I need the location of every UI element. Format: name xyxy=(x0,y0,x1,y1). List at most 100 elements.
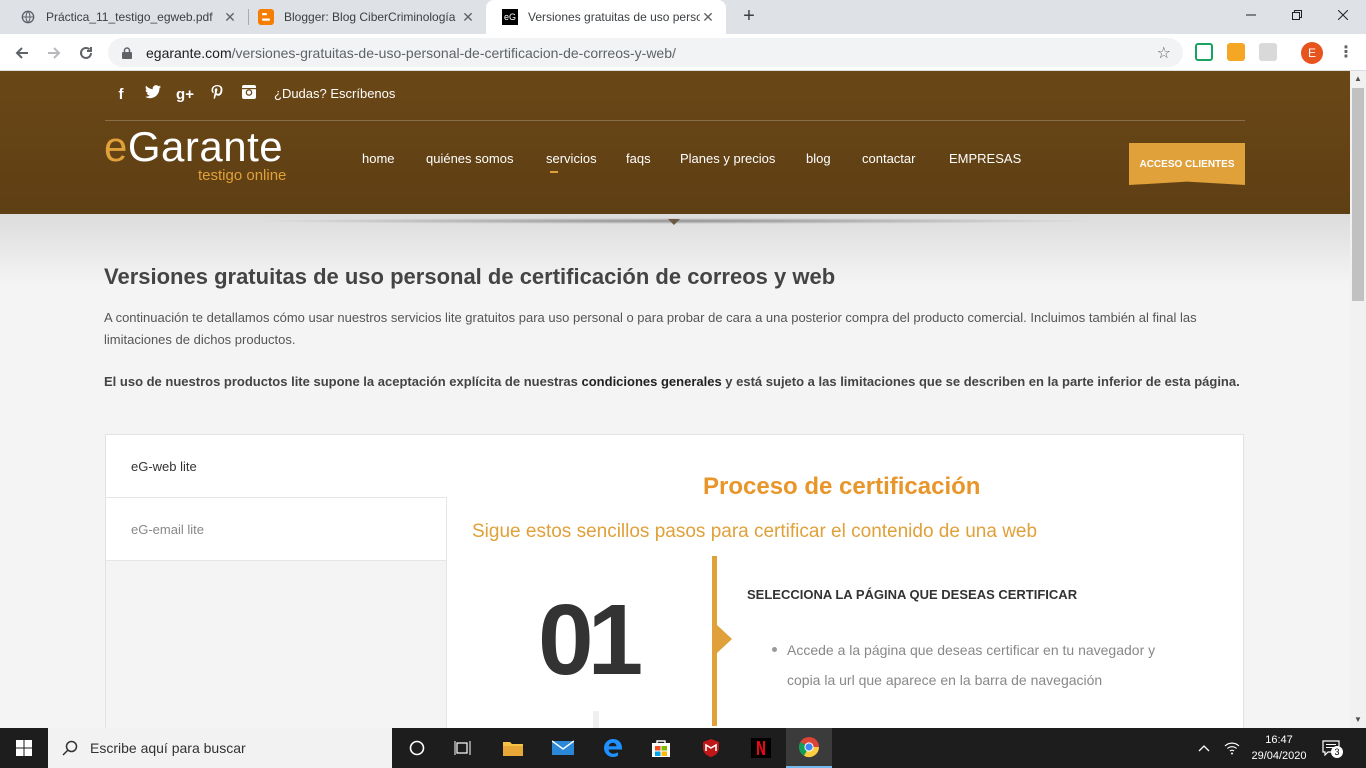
start-button[interactable] xyxy=(0,728,48,768)
google-plus-icon[interactable]: g+ xyxy=(176,86,194,103)
window-close-button[interactable] xyxy=(1320,0,1366,30)
tray-chevron-icon[interactable] xyxy=(1198,728,1210,768)
browser-toolbar: egarante.com/versiones-gratuitas-de-uso-… xyxy=(0,34,1366,71)
reload-button[interactable] xyxy=(72,39,100,67)
menu-item-servicios[interactable]: servicios xyxy=(546,151,597,173)
forward-button[interactable] xyxy=(40,39,68,67)
system-clock[interactable]: 16:47 29/04/2020 xyxy=(1247,732,1311,764)
close-icon[interactable]: ✕ xyxy=(222,9,238,26)
profile-avatar[interactable]: E xyxy=(1301,42,1323,64)
bookmark-star-icon[interactable]: ☆ xyxy=(1157,43,1171,63)
menu-item-empresas[interactable]: EMPRESAS xyxy=(949,151,1021,166)
menu-item-home[interactable]: home xyxy=(362,151,395,166)
scroll-up-icon[interactable]: ▲ xyxy=(1350,71,1366,87)
step-list-item: Accede a la página que deseas certificar… xyxy=(787,642,1156,688)
terms-link[interactable]: condiciones generales xyxy=(582,374,722,389)
lock-icon xyxy=(122,46,132,59)
notifications-button[interactable]: 3 xyxy=(1322,728,1343,768)
arrow-left-icon xyxy=(15,47,28,59)
tab-egarante[interactable]: eG Versiones gratuitas de uso perso ✕ xyxy=(486,0,726,34)
twitter-icon[interactable] xyxy=(144,85,162,103)
shadow-notch xyxy=(668,219,680,225)
page-viewport: f g+ ¿Dudas? Escríbenos eGarante testigo… xyxy=(0,71,1350,728)
new-tab-button[interactable]: + xyxy=(738,6,760,28)
menu-dots-icon[interactable]: ⋮ xyxy=(1338,42,1354,62)
url-domain: egarante.com xyxy=(146,44,232,61)
logo-tagline: testigo online xyxy=(198,167,287,184)
address-bar[interactable]: egarante.com/versiones-gratuitas-de-uso-… xyxy=(108,38,1183,67)
menu-item-contactar[interactable]: contactar xyxy=(862,151,915,166)
logo-letter-e: e xyxy=(104,123,128,170)
contact-us-link[interactable]: ¿Dudas? Escríbenos xyxy=(274,86,395,101)
menu-item-faqs[interactable]: faqs xyxy=(626,151,651,166)
social-links: f g+ xyxy=(112,85,258,103)
reload-icon xyxy=(80,46,92,59)
close-icon xyxy=(1338,10,1348,20)
facebook-icon[interactable]: f xyxy=(112,86,130,103)
menu-item-quienes-somos[interactable]: quiénes somos xyxy=(426,151,513,166)
bullet-icon xyxy=(772,647,777,652)
store-bag-icon xyxy=(652,740,670,757)
tab-blogger[interactable]: Blogger: Blog CiberCriminología ✕ xyxy=(242,0,486,34)
tab-title: Práctica_11_testigo_egweb.pdf xyxy=(46,10,213,24)
egarante-logo[interactable]: eGarante testigo online xyxy=(104,123,286,184)
pdf-extension-icon[interactable] xyxy=(1259,43,1277,61)
chrome-button[interactable] xyxy=(786,728,832,768)
logo-wordmark: eGarante xyxy=(104,123,283,171)
shopping-extension-icon[interactable] xyxy=(1227,43,1245,61)
terms-note: El uso de nuestros productos lite supone… xyxy=(104,371,1244,393)
globe-icon xyxy=(20,9,36,25)
step-list: Accede a la página que deseas certificar… xyxy=(747,635,1187,695)
menu-item-planes-precios[interactable]: Planes y precios xyxy=(680,151,775,166)
step-heading: SELECCIONA LA PÁGINA QUE DESEAS CERTIFIC… xyxy=(747,587,1078,602)
close-icon[interactable]: ✕ xyxy=(700,9,716,26)
scrollbar-thumb[interactable] xyxy=(1352,88,1364,301)
page-scrollbar[interactable]: ▲ ▼ xyxy=(1350,71,1366,728)
clock-time: 16:47 xyxy=(1265,734,1293,746)
edge-button[interactable] xyxy=(590,728,636,768)
minimize-icon xyxy=(1246,14,1256,16)
tab-pdf[interactable]: Práctica_11_testigo_egweb.pdf ✕ xyxy=(4,0,248,34)
search-placeholder: Escribe aquí para buscar xyxy=(90,740,246,756)
menu-item-blog[interactable]: blog xyxy=(806,151,831,166)
minimize-button[interactable] xyxy=(1228,0,1274,30)
taskbar-search[interactable]: Escribe aquí para buscar xyxy=(48,728,392,768)
step-connector xyxy=(593,711,599,728)
instagram-icon[interactable] xyxy=(240,85,258,103)
netflix-icon xyxy=(751,738,771,758)
file-explorer-button[interactable] xyxy=(490,728,536,768)
maximize-button[interactable] xyxy=(1274,0,1320,30)
screen: Práctica_11_testigo_egweb.pdf ✕ Blogger:… xyxy=(0,0,1366,768)
tab-list-background xyxy=(106,561,447,728)
terms-note-before: El uso de nuestros productos lite supone… xyxy=(104,374,582,389)
task-view-button[interactable] xyxy=(440,728,486,768)
mcafee-button[interactable] xyxy=(688,728,734,768)
tab-eg-web-lite[interactable]: eG-web lite xyxy=(106,435,447,498)
cortana-icon xyxy=(409,740,425,756)
site-header: f g+ ¿Dudas? Escríbenos eGarante testigo… xyxy=(0,71,1350,214)
cortana-button[interactable] xyxy=(394,728,440,768)
folder-icon xyxy=(503,742,523,756)
tab-eg-email-lite[interactable]: eG-email lite xyxy=(106,498,447,561)
back-button[interactable] xyxy=(8,39,36,67)
tab-title: Blogger: Blog CiberCriminología xyxy=(284,10,456,24)
search-icon xyxy=(62,740,78,756)
pinterest-icon[interactable] xyxy=(208,85,226,103)
scroll-down-icon[interactable]: ▼ xyxy=(1350,712,1366,728)
extension-icon[interactable] xyxy=(1195,43,1213,61)
mail-button[interactable] xyxy=(540,728,586,768)
process-title: Proceso de certificación xyxy=(703,473,981,500)
restore-icon xyxy=(1292,10,1302,20)
task-view-icon xyxy=(454,741,471,755)
clock-date: 29/04/2020 xyxy=(1251,750,1307,762)
browser-tab-strip: Práctica_11_testigo_egweb.pdf ✕ Blogger:… xyxy=(0,0,1366,34)
url-path: /versiones-gratuitas-de-uso-personal-de-… xyxy=(231,44,676,61)
netflix-button[interactable] xyxy=(738,728,784,768)
wifi-icon[interactable] xyxy=(1224,728,1240,768)
close-icon[interactable]: ✕ xyxy=(460,9,476,26)
store-button[interactable] xyxy=(638,728,684,768)
client-access-button[interactable]: ACCESO CLIENTES xyxy=(1129,143,1245,185)
page-title: Versiones gratuitas de uso personal de c… xyxy=(104,264,836,289)
favicon-text: eG xyxy=(503,12,516,22)
step-arrow-icon xyxy=(717,625,732,653)
